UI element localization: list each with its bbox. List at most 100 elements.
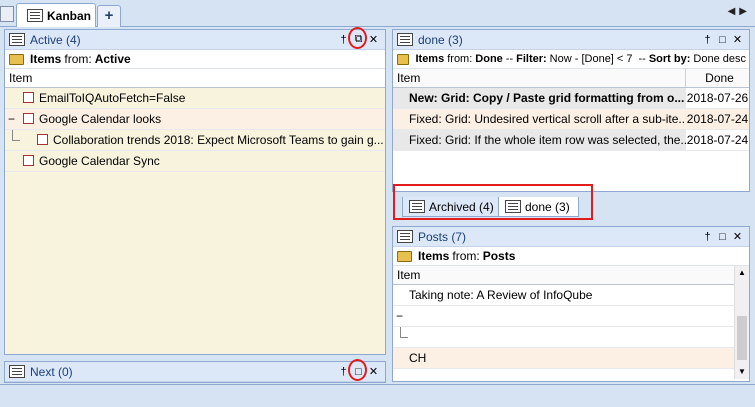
done-pane: done (3) † □ ✕ Items from: Done -- Filte… (392, 29, 750, 192)
grid-doc-icon (397, 33, 413, 46)
annotation-box-tabs (393, 184, 593, 220)
scrollbar-thumb[interactable] (737, 316, 747, 360)
row-text: Google Calendar Sync (39, 154, 160, 168)
done-pane-title: done (3) (418, 32, 463, 47)
grid-doc-icon (397, 230, 413, 243)
done-pane-header[interactable]: done (3) † □ ✕ (393, 30, 749, 50)
scroll-down-icon[interactable]: ▼ (735, 365, 749, 379)
tree-line-icon (400, 327, 408, 338)
source-name: Active (94, 52, 131, 66)
table-row[interactable]: Taking note: A Review of InfoQube (393, 285, 734, 306)
table-row[interactable]: Collaboration trends 2018: Expect Micros… (5, 130, 385, 151)
tree-line-icon (12, 130, 20, 141)
collapse-icon[interactable]: − (396, 306, 403, 326)
maximize-icon[interactable]: □ (715, 34, 730, 46)
source-name: Posts (482, 249, 516, 263)
table-row[interactable]: EmailToIQAutoFetch=False (5, 88, 385, 109)
maximize-icon[interactable]: □ (715, 231, 730, 243)
status-bar (0, 384, 755, 407)
folder-icon (9, 53, 24, 65)
row-text: Collaboration trends 2018: Expect Micros… (53, 133, 384, 147)
active-column-header: Item (5, 69, 385, 88)
active-pane: Active (4) † ⧉ ✕ Items from: Active Item… (4, 29, 386, 355)
tab-kanban[interactable]: Kanban (16, 3, 96, 27)
close-icon[interactable]: ✕ (730, 33, 745, 46)
pin-icon[interactable]: † (700, 231, 715, 243)
posts-pane-title: Posts (7) (418, 229, 467, 244)
table-row[interactable]: − Google Calendar looks (5, 109, 385, 130)
add-tab-button[interactable]: + (97, 5, 121, 27)
row-item-cell: New: Grid: Copy / Paste grid formatting … (409, 91, 685, 105)
from-label: from: (64, 52, 92, 66)
separator: -- (638, 53, 646, 65)
grid-doc-icon (9, 33, 25, 46)
annotation-oval-maximize (348, 359, 367, 381)
items-label: Items (415, 53, 445, 65)
row-text: Taking note: A Review of InfoQube (409, 288, 593, 302)
active-pane-source-bar: Items from: Active (5, 50, 385, 69)
row-done-cell: 2018-07-26 (686, 88, 749, 108)
row-text: CH (409, 351, 427, 365)
next-pane: Next (0) † □ ✕ (4, 361, 386, 383)
items-label: Items (30, 52, 62, 66)
grid-doc-icon (9, 365, 25, 378)
scroll-up-icon[interactable]: ▲ (735, 266, 749, 280)
posts-column-header: Item (393, 266, 734, 285)
posts-pane: Posts (7) † □ ✕ Items from: Posts Item T… (392, 226, 750, 382)
row-item-cell: Fixed: Grid: If the whole item row was s… (409, 133, 686, 147)
pin-icon[interactable]: † (700, 34, 715, 46)
grid-doc-icon (27, 9, 43, 22)
vertical-scrollbar[interactable]: ▲ ▼ (734, 266, 749, 379)
row-text: EmailToIQAutoFetch=False (39, 91, 186, 105)
column-header-done[interactable]: Done (686, 69, 749, 87)
next-pane-title: Next (0) (30, 364, 73, 379)
checkbox[interactable] (37, 134, 48, 145)
checkbox[interactable] (23, 92, 34, 103)
table-row[interactable]: Fixed: Grid: If the whole item row was s… (393, 130, 749, 151)
done-column-header: Item Done (393, 69, 749, 88)
annotation-oval-float (348, 27, 367, 49)
table-row[interactable]: − (393, 306, 734, 327)
sort-value: Done desc (693, 53, 746, 65)
column-header-item[interactable]: Item (393, 69, 686, 87)
row-done-cell: 2018-07-24 (686, 112, 749, 126)
table-row[interactable]: Google Calendar Sync (5, 151, 385, 172)
column-header-item[interactable]: Item (393, 266, 733, 284)
filter-value: Now - [Done] < 7 (549, 53, 633, 65)
folder-icon (397, 53, 410, 65)
sort-label: Sort by: (648, 53, 691, 65)
filter-label: Filter: (516, 53, 547, 65)
row-text: Google Calendar looks (39, 112, 162, 126)
from-label: from: (447, 53, 473, 65)
folder-icon (397, 250, 412, 262)
table-row[interactable]: New: Grid: Copy / Paste grid formatting … (393, 88, 749, 109)
table-row[interactable] (393, 327, 734, 348)
row-item-cell: Fixed: Grid: Undesired vertical scroll a… (409, 112, 686, 126)
checkbox[interactable] (23, 113, 34, 124)
close-icon[interactable]: ✕ (366, 365, 381, 378)
table-row[interactable]: Fixed: Grid: Undesired vertical scroll a… (393, 109, 749, 130)
collapse-icon[interactable]: − (8, 109, 15, 129)
grid-icon[interactable] (0, 6, 14, 22)
close-icon[interactable]: ✕ (366, 33, 381, 46)
tab-scroll-arrows: ◀▶ (728, 6, 751, 17)
posts-pane-header[interactable]: Posts (7) † □ ✕ (393, 227, 749, 247)
next-pane-header[interactable]: Next (0) † □ ✕ (5, 362, 385, 382)
done-pane-source-bar: Items from: Done -- Filter: Now - [Done]… (393, 50, 749, 69)
scroll-left-icon[interactable]: ◀ (728, 6, 740, 17)
table-row[interactable]: CH (393, 348, 734, 369)
items-label: Items (418, 249, 450, 263)
active-pane-header[interactable]: Active (4) † ⧉ ✕ (5, 30, 385, 50)
active-pane-title: Active (4) (30, 32, 81, 47)
scroll-right-icon[interactable]: ▶ (739, 6, 751, 17)
posts-pane-source-bar: Items from: Posts (393, 247, 749, 266)
from-label: from: (452, 249, 480, 263)
close-icon[interactable]: ✕ (730, 230, 745, 243)
document-tab-strip: Kanban + ◀▶ (0, 0, 755, 27)
separator: -- (505, 53, 514, 65)
source-name: Done (475, 53, 503, 65)
column-header-item[interactable]: Item (5, 69, 385, 87)
checkbox[interactable] (23, 155, 34, 166)
tab-kanban-label: Kanban (47, 8, 92, 23)
row-done-cell: 2018-07-24 (686, 130, 749, 150)
